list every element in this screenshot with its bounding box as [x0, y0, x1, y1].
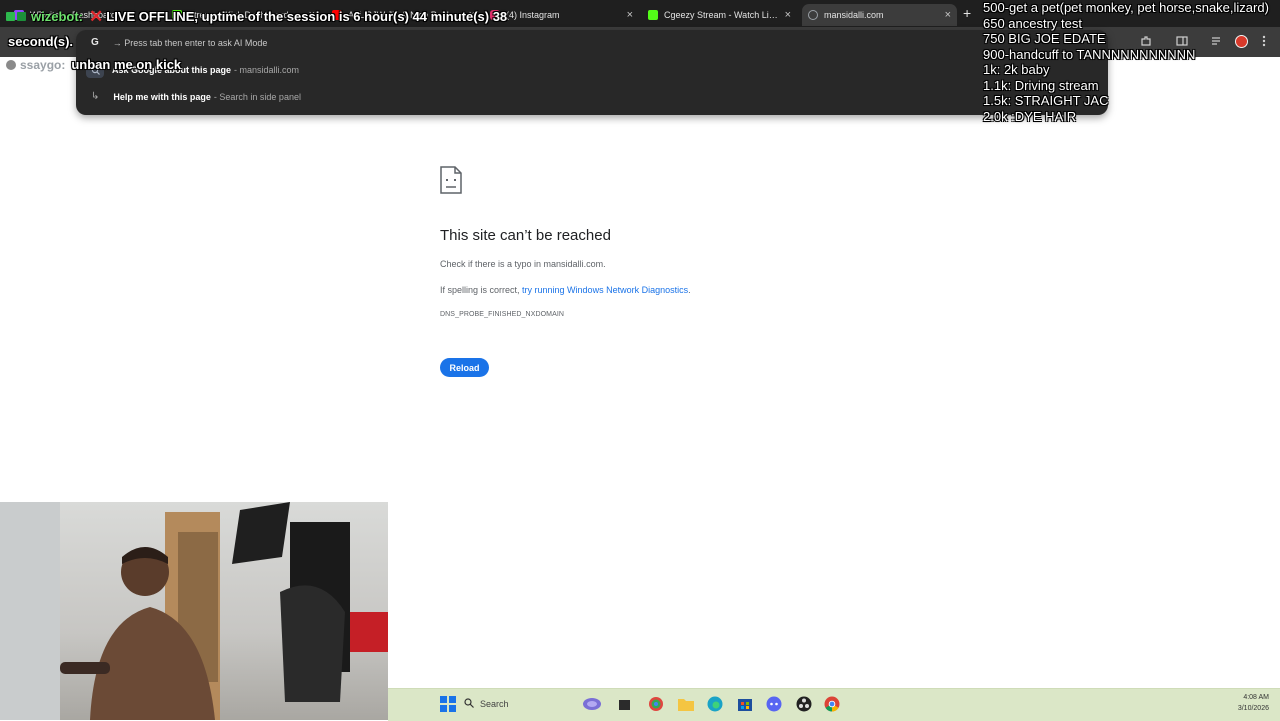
- tab-title: mansidalli.com: [824, 10, 884, 20]
- webcam-feed: [0, 502, 388, 720]
- chat-message-row: ssaygo: unban me on kick: [6, 57, 181, 72]
- clock-time: 4:08 AM: [1243, 694, 1269, 701]
- badge-icon: [6, 12, 15, 21]
- new-tab-icon[interactable]: +: [963, 6, 971, 20]
- goal-item: 1.1k: Driving stream: [983, 77, 1099, 93]
- obs-icon[interactable]: [796, 696, 812, 712]
- webcam-scene-image: [0, 502, 388, 720]
- goal-item: 1k: 2k baby: [983, 62, 1050, 77]
- edge-browser-icon[interactable]: [707, 696, 723, 712]
- chat-username: ssaygo:: [20, 57, 66, 72]
- search-icon: [464, 698, 474, 710]
- suggestion-help-me[interactable]: ↳ Help me with this page - Search in sid…: [91, 91, 301, 102]
- error-typo-hint: Check if there is a typo in mansidalli.c…: [440, 259, 606, 269]
- error-title: This site can’t be reached: [440, 227, 611, 244]
- suggestion-title: Help me with this page: [113, 91, 211, 102]
- diagnostics-prefix: If spelling is correct,: [440, 285, 523, 295]
- tab-instagram[interactable]: (4) Instagram ×: [484, 4, 639, 26]
- chat-message-text: unban me on kick: [71, 57, 182, 72]
- windows-start-icon[interactable]: [440, 696, 456, 712]
- kick-favicon-icon: [648, 10, 658, 20]
- reload-button[interactable]: Reload: [440, 358, 489, 377]
- google-g-icon: G: [91, 37, 99, 48]
- tab-mansidalli[interactable]: mansidalli.com ×: [802, 4, 957, 26]
- goal-item: 1.5k: STRAIGHT JAC: [983, 93, 1109, 108]
- sub-goals-list: 500-get a pet(pet monkey, pet horse,snak…: [983, 0, 1269, 124]
- taskbar-search[interactable]: Search: [464, 695, 509, 713]
- suggestion-subtitle: - Search in side panel: [213, 91, 301, 102]
- return-arrow-icon: ↳: [91, 91, 100, 102]
- stream-status-text: LIVE OFFLINE, uptime of the session is 6…: [106, 9, 508, 24]
- chrome-icon[interactable]: [824, 696, 840, 712]
- taskbar-search-label: Search: [480, 699, 509, 709]
- diagnostics-suffix: .: [688, 285, 691, 295]
- ai-mode-hint-text: → Press tab then enter to ask AI Mode: [112, 37, 268, 48]
- tab-title: (4) Instagram: [506, 10, 560, 20]
- discord-icon[interactable]: [766, 696, 782, 712]
- ai-mode-hint[interactable]: G → Press tab then enter to ask AI Mode: [91, 37, 267, 48]
- close-icon[interactable]: ×: [627, 9, 633, 21]
- globe-icon: [808, 10, 818, 20]
- goal-item: 2.0k :DYE HAIR: [983, 108, 1077, 124]
- sad-document-icon: [440, 166, 462, 199]
- clock-date: 3/10/2026: [1237, 705, 1269, 712]
- goal-item: 650 ancestry test: [983, 15, 1082, 31]
- error-diagnostics-line: If spelling is correct, try running Wind…: [440, 285, 691, 295]
- goal-item: 500-get a pet(pet monkey, pet horse,snak…: [983, 0, 1269, 15]
- stream-status-text-cont: second(s).: [8, 34, 74, 49]
- bot-username: wizebot:: [31, 9, 83, 24]
- omnibox-dropdown: G → Press tab then enter to ask AI Mode …: [76, 30, 1108, 115]
- tab-title: Cgeezy Stream - Watch Live on: [664, 10, 779, 20]
- task-view-icon[interactable]: [618, 698, 634, 714]
- goal-item: 750 BIG JOE EDATE: [983, 31, 1106, 46]
- ms-store-icon[interactable]: [737, 696, 753, 712]
- badge-icon: [17, 12, 26, 21]
- copilot-icon[interactable]: [583, 696, 601, 712]
- tab-kick-stream[interactable]: Cgeezy Stream - Watch Live on ×: [642, 4, 797, 26]
- store-multicolor-icon[interactable]: [648, 696, 664, 712]
- network-diagnostics-link[interactable]: try running Windows Network Diagnostics: [522, 285, 688, 295]
- error-code: DNS_PROBE_FINISHED_NXDOMAIN: [440, 311, 565, 318]
- red-x-icon: ✕: [89, 6, 104, 26]
- suggestion-subtitle: - mansidalli.com: [234, 65, 300, 75]
- close-icon[interactable]: ×: [785, 9, 791, 21]
- close-icon[interactable]: ×: [945, 9, 951, 21]
- goal-item: 900-handcuff to TANNNNNNNNNNN: [983, 46, 1196, 62]
- wizebot-status-line: wizebot: ✕ LIVE OFFLINE, uptime of the s…: [6, 6, 508, 26]
- system-clock[interactable]: 4:08 AM 3/10/2026: [1225, 692, 1269, 714]
- user-icon: [6, 59, 16, 70]
- file-explorer-icon[interactable]: [678, 697, 694, 713]
